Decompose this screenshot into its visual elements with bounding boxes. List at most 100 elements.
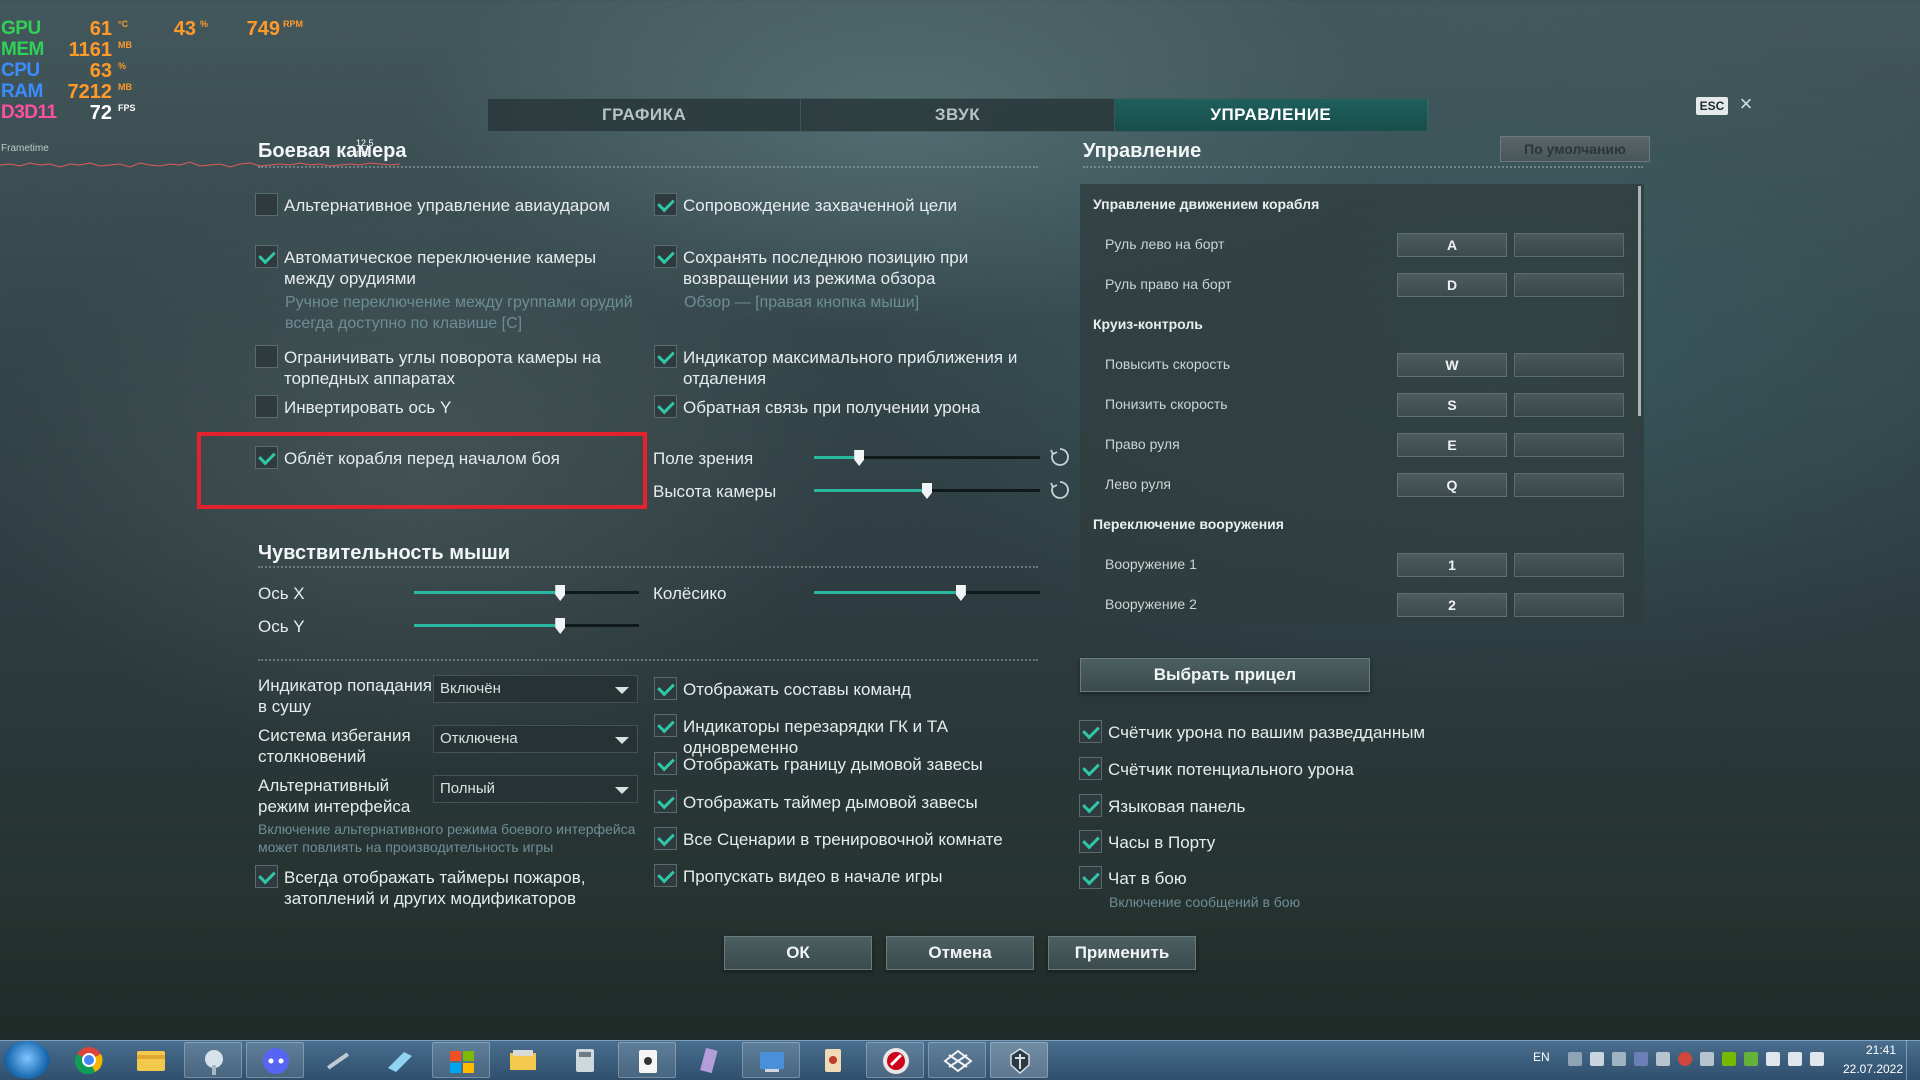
clock-date[interactable]: 22.07.2022 <box>1838 1062 1908 1076</box>
slider-axis-y[interactable] <box>414 618 639 634</box>
cancel-button[interactable]: Отмена <box>886 936 1034 970</box>
checkbox-reload-indicators[interactable] <box>654 714 677 737</box>
checkbox-auto-camera-switch[interactable] <box>255 245 278 268</box>
checkbox-language-bar[interactable] <box>1079 794 1102 817</box>
taskbar-app-14[interactable] <box>866 1042 924 1078</box>
language-indicator[interactable]: EN <box>1533 1050 1550 1064</box>
checkbox-team-rosters[interactable] <box>654 677 677 700</box>
taskbar-app-13[interactable] <box>804 1042 862 1078</box>
slider-thumb[interactable] <box>955 585 966 601</box>
slider-thumb[interactable] <box>854 450 865 466</box>
checkbox-skip-intro-video[interactable] <box>654 864 677 887</box>
osd-mem-unit: MB <box>118 40 132 50</box>
show-desktop-button[interactable] <box>1906 1040 1920 1080</box>
tray-volume-icon[interactable] <box>1788 1052 1802 1066</box>
ok-button[interactable]: ОК <box>724 936 872 970</box>
key-weapon-1[interactable]: 1 <box>1397 553 1507 577</box>
dropdown-land-hit-indicator[interactable]: Включён <box>433 675 638 703</box>
key-port-alt[interactable] <box>1514 473 1624 497</box>
keybindings-panel: Управление движением корабля Руль лево н… <box>1080 184 1644 624</box>
dropdown-value: Отключена <box>440 730 518 747</box>
reset-camera-height-icon[interactable] <box>1049 479 1071 501</box>
taskbar-calculator[interactable] <box>556 1042 614 1078</box>
apply-button[interactable]: Применить <box>1048 936 1196 970</box>
key-weapon-2-alt[interactable] <box>1514 593 1624 617</box>
tray-app-icon[interactable] <box>1634 1052 1648 1066</box>
slider-axis-x[interactable] <box>414 585 639 601</box>
slider-camera-height[interactable] <box>814 483 1040 499</box>
keybindings-scrollbar[interactable] <box>1638 186 1641 416</box>
tray-discord-icon[interactable] <box>1568 1052 1582 1066</box>
key-starboard[interactable]: E <box>1397 433 1507 457</box>
slider-thumb[interactable] <box>555 585 566 601</box>
taskbar-app-7[interactable] <box>432 1042 490 1078</box>
taskbar-app-3[interactable] <box>184 1042 242 1078</box>
taskbar-world-of-warships[interactable] <box>990 1042 1048 1078</box>
slider-field-of-view[interactable] <box>814 450 1040 466</box>
checkbox-spotting-damage[interactable] <box>1079 720 1102 743</box>
tray-app-icon[interactable] <box>1678 1052 1692 1066</box>
slider-thumb[interactable] <box>922 483 932 499</box>
checkbox-port-clock[interactable] <box>1079 830 1102 853</box>
taskbar-app-5[interactable] <box>308 1042 366 1078</box>
checkbox-limit-torpedo-angles[interactable] <box>255 345 278 368</box>
slider-thumb[interactable] <box>555 618 566 634</box>
tray-app-icon[interactable] <box>1656 1052 1670 1066</box>
taskbar-app-12[interactable] <box>742 1042 800 1078</box>
slider-wheel[interactable] <box>814 585 1040 601</box>
taskbar-app-15[interactable] <box>928 1042 986 1078</box>
checkbox-smoke-timer[interactable] <box>654 790 677 813</box>
key-weapon-1-alt[interactable] <box>1514 553 1624 577</box>
checkbox-damage-feedback[interactable] <box>654 395 677 418</box>
dropdown-collision-avoidance[interactable]: Отключена <box>433 725 638 753</box>
key-rudder-right[interactable]: D <box>1397 273 1507 297</box>
key-rudder-left-alt[interactable] <box>1514 233 1624 257</box>
tray-app-icon[interactable] <box>1612 1052 1626 1066</box>
close-icon[interactable]: × <box>1734 92 1758 116</box>
key-starboard-alt[interactable] <box>1514 433 1624 457</box>
key-speed-up-alt[interactable] <box>1514 353 1624 377</box>
choose-crosshair-button[interactable]: Выбрать прицел <box>1080 658 1370 692</box>
key-speed-down-alt[interactable] <box>1514 393 1624 417</box>
checkbox-save-last-position[interactable] <box>654 245 677 268</box>
checkbox-alt-airstrike[interactable] <box>255 193 278 216</box>
tray-network-icon[interactable] <box>1590 1052 1604 1066</box>
checkbox-training-scenarios[interactable] <box>654 827 677 850</box>
checkbox-zoom-indicator[interactable] <box>654 345 677 368</box>
taskbar-explorer[interactable] <box>122 1042 180 1078</box>
key-port[interactable]: Q <box>1397 473 1507 497</box>
esc-key-badge[interactable]: ESC <box>1696 97 1728 115</box>
taskbar-app-10[interactable] <box>618 1042 676 1078</box>
tray-flag-icon[interactable] <box>1810 1052 1824 1066</box>
taskbar-discord[interactable] <box>246 1042 304 1078</box>
tab-graphics[interactable]: ГРАФИКА <box>488 99 802 131</box>
frametime-label: Frametime <box>1 143 49 154</box>
tab-controls[interactable]: УПРАВЛЕНИЕ <box>1114 99 1428 131</box>
checkbox-battle-chat[interactable] <box>1079 866 1102 889</box>
tray-app-icon[interactable] <box>1700 1052 1714 1066</box>
taskbar-app-11[interactable] <box>680 1042 738 1078</box>
checkbox-track-locked-target[interactable] <box>654 193 677 216</box>
start-button[interactable] <box>4 1041 50 1079</box>
taskbar-chrome[interactable] <box>60 1042 118 1078</box>
clock-time[interactable]: 21:41 <box>1856 1043 1906 1057</box>
key-speed-down[interactable]: S <box>1397 393 1507 417</box>
key-rudder-right-alt[interactable] <box>1514 273 1624 297</box>
defaults-button[interactable]: По умолчанию <box>1500 136 1650 162</box>
key-speed-up[interactable]: W <box>1397 353 1507 377</box>
tray-nvidia-icon[interactable] <box>1722 1052 1736 1066</box>
tray-display-icon[interactable] <box>1766 1052 1780 1066</box>
key-weapon-2[interactable]: 2 <box>1397 593 1507 617</box>
tab-sound[interactable]: ЗВУК <box>801 99 1115 131</box>
label-invert-y: Инвертировать ось Y <box>284 398 452 417</box>
checkbox-smoke-border[interactable] <box>654 752 677 775</box>
tray-app-icon[interactable] <box>1744 1052 1758 1066</box>
dropdown-alt-interface[interactable]: Полный <box>433 775 638 803</box>
reset-fov-icon[interactable] <box>1049 446 1071 468</box>
checkbox-invert-y[interactable] <box>255 395 278 418</box>
checkbox-potential-damage[interactable] <box>1079 757 1102 780</box>
taskbar-app-8[interactable] <box>494 1042 552 1078</box>
key-rudder-left[interactable]: A <box>1397 233 1507 257</box>
checkbox-timers[interactable] <box>255 865 278 888</box>
taskbar-app-6[interactable] <box>370 1042 428 1078</box>
